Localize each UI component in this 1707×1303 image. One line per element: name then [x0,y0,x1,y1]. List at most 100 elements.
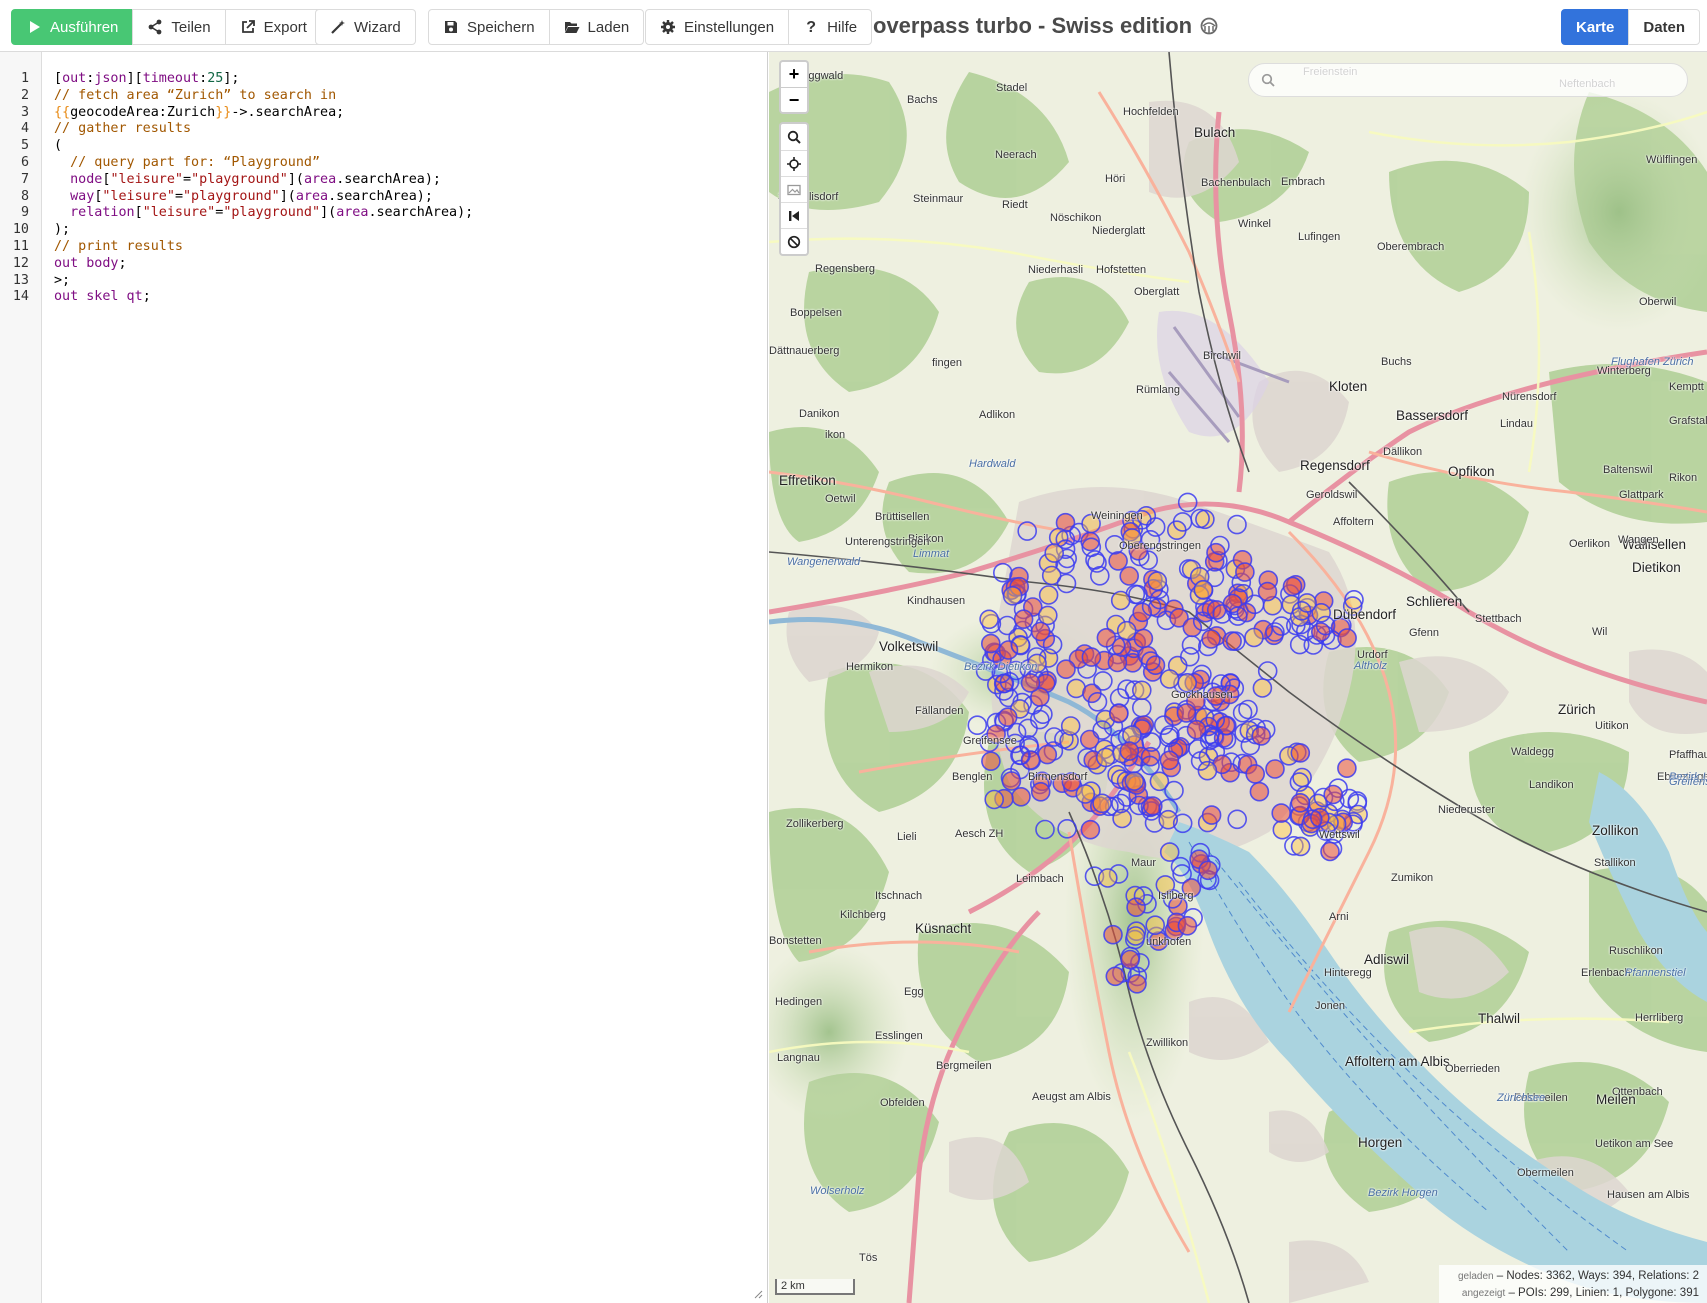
help-button[interactable]: ? Hilfe [788,9,873,45]
zoom-to-data-button[interactable] [781,124,807,150]
playground-marker[interactable] [1176,703,1197,723]
share-button[interactable]: Teilen [132,9,226,45]
playground-marker[interactable] [1245,764,1266,784]
code-line[interactable]: 7 node["leisure"="playground"](area.sear… [0,172,760,189]
wizard-button[interactable]: Wizard [315,9,416,45]
playground-marker[interactable] [1120,949,1140,970]
playground-marker[interactable] [1116,620,1137,641]
playground-marker[interactable] [1105,966,1126,987]
playground-marker[interactable] [1225,631,1246,652]
poi-overlay[interactable] [769,52,1707,1303]
code-line[interactable]: 6 // query part for: “Playground” [0,155,760,172]
playground-marker[interactable] [1265,759,1285,779]
playground-marker[interactable] [1205,709,1226,730]
playground-marker[interactable] [1172,512,1193,532]
playground-marker[interactable] [1081,647,1102,667]
playground-marker[interactable] [1272,819,1293,840]
playground-marker[interactable] [1110,590,1131,611]
code-line[interactable]: 4 // gather results [0,121,760,138]
playground-marker[interactable] [1244,627,1264,648]
playground-marker[interactable] [1289,772,1310,792]
playground-marker[interactable] [1238,699,1258,720]
playground-marker[interactable] [1170,856,1191,877]
playground-marker[interactable] [1093,671,1113,691]
playground-marker[interactable] [1131,680,1152,701]
playground-marker[interactable] [1198,860,1218,881]
playground-marker[interactable] [1227,606,1248,626]
resize-grip-icon[interactable] [753,1289,763,1299]
playground-marker[interactable] [1038,585,1059,605]
playground-marker[interactable] [1290,836,1311,857]
code-line[interactable]: 12 out body; [0,256,760,273]
zoom-in-button[interactable]: + [781,62,807,87]
playground-marker[interactable] [967,715,988,736]
playground-marker[interactable] [1147,571,1168,591]
playground-marker[interactable] [1035,819,1055,840]
playground-marker[interactable] [981,751,1001,772]
playground-marker[interactable] [1111,793,1131,814]
playground-marker[interactable] [1097,868,1118,888]
playground-marker[interactable] [1323,784,1344,805]
playground-marker[interactable] [1092,720,1113,740]
playground-marker[interactable] [997,615,1017,636]
playground-marker[interactable] [1010,634,1031,655]
playground-marker[interactable] [1271,803,1292,823]
map-view[interactable]: Eggwald Stadel Bachs Hochfelden Bulach Bachen… [769,52,1707,1303]
playground-marker[interactable] [1055,529,1076,550]
playground-marker[interactable] [981,633,1001,654]
playground-marker[interactable] [1133,628,1154,649]
locate-me-button[interactable] [781,150,807,176]
code-line[interactable]: 3 {{geocodeArea:Zurich}}->.searchArea; [0,105,760,122]
playground-marker[interactable] [1001,771,1022,791]
playground-marker[interactable] [1108,703,1129,724]
playground-marker[interactable] [1210,535,1230,556]
playground-marker[interactable] [1131,697,1152,718]
playground-marker[interactable] [1164,780,1184,801]
playground-marker[interactable] [979,609,999,630]
playground-marker[interactable] [1265,622,1285,642]
playground-marker[interactable] [1249,781,1270,802]
playground-marker[interactable] [1289,634,1310,655]
playground-marker[interactable] [1030,781,1051,802]
run-button[interactable]: Ausführen [11,9,134,45]
playground-marker[interactable] [1087,691,1108,712]
playground-marker[interactable] [1057,818,1077,839]
playground-marker[interactable] [1141,732,1162,752]
code-line[interactable]: 9 relation["leisure"="playground"](area.… [0,205,760,222]
playground-marker[interactable] [1159,750,1180,771]
code-line[interactable]: 5( [0,138,760,155]
playground-marker[interactable] [1080,819,1101,840]
settings-button[interactable]: Einstellungen [645,9,790,45]
playground-marker[interactable] [1092,793,1112,814]
code-area[interactable]: 1 [out:json][timeout:25]; 2// fetch area “… [0,71,760,306]
playground-marker[interactable] [1199,730,1220,751]
playground-marker[interactable] [1320,841,1340,862]
toggle-layer-button[interactable] [781,176,807,202]
code-line[interactable]: 2 // fetch area “Zurich” to search in [0,88,760,105]
playground-marker[interactable] [1337,758,1357,779]
code-line[interactable]: 1 [out:json][timeout:25]; [0,71,760,88]
playground-marker[interactable] [1002,585,1023,606]
code-line[interactable]: 14 out skel qt; [0,289,760,306]
playground-marker[interactable] [1103,924,1123,945]
playground-marker[interactable] [1177,492,1198,513]
playground-marker[interactable] [1060,716,1081,736]
playground-marker[interactable] [1252,678,1273,698]
tab-map[interactable]: Karte [1561,9,1630,45]
playground-marker[interactable] [993,562,1013,583]
playground-marker[interactable] [1235,562,1255,582]
code-line[interactable]: 10); [0,222,760,239]
playground-marker[interactable] [1201,805,1222,825]
playground-marker[interactable] [1140,651,1161,671]
playground-marker[interactable] [1159,727,1179,748]
playground-marker[interactable] [1119,741,1140,761]
playground-marker[interactable] [1081,537,1102,558]
fullscreen-button[interactable] [781,202,807,228]
playground-marker[interactable] [1302,809,1323,830]
playground-marker[interactable] [1337,628,1357,648]
code-line[interactable]: 8 way["leisure"="playground"](area.searc… [0,189,760,206]
playground-marker[interactable] [1201,629,1221,649]
playground-marker[interactable] [1181,635,1202,655]
playground-marker[interactable] [1190,751,1211,771]
playground-marker[interactable] [1149,589,1170,610]
